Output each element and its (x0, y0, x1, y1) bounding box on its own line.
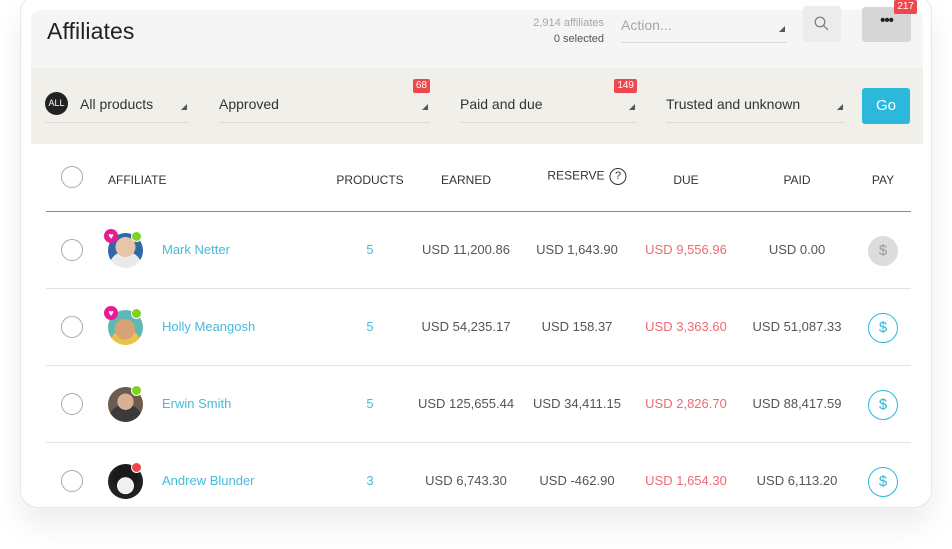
row-select-radio[interactable] (61, 470, 83, 492)
earned-value: USD 125,655.44 (417, 396, 515, 411)
total-affiliates: 2,914 affiliates (533, 17, 604, 29)
affiliate-name-link[interactable]: Erwin Smith (162, 396, 231, 411)
header-bar: Affiliates 2,914 affiliates 0 selected A… (31, 0, 923, 68)
payment-filter[interactable]: Paid and due 149 (460, 79, 637, 123)
caret-down-icon (629, 104, 635, 110)
affiliate-name-link[interactable]: Mark Netter (162, 242, 230, 257)
paid-value: USD 88,417.59 (752, 396, 842, 411)
filter-bar: ALL All products Approved 68 Paid and du… (31, 68, 923, 144)
select-all-radio[interactable] (61, 166, 83, 188)
table-body: ♥ Mark Netter 5 USD 11,200.86 USD 1,643.… (31, 212, 923, 507)
search-icon (814, 16, 829, 31)
column-due[interactable]: DUE (673, 173, 698, 187)
pay-button[interactable]: $ (868, 313, 898, 343)
ellipsis-icon: ••• (880, 12, 894, 29)
payment-filter-label: Paid and due (460, 96, 543, 112)
pay-button[interactable]: $ (868, 390, 898, 420)
row-select-radio[interactable] (61, 393, 83, 415)
dollar-icon: $ (878, 319, 888, 336)
approval-count-badge: 68 (412, 79, 430, 93)
search-button[interactable] (803, 6, 841, 42)
status-dot-icon (131, 308, 142, 319)
go-button[interactable]: Go (862, 88, 910, 124)
table-header: AFFILIATE PRODUCTS EARNED RESERVE? DUE P… (46, 144, 911, 212)
dollar-icon: $ (878, 242, 888, 259)
paid-value: USD 0.00 (768, 242, 826, 257)
table-row[interactable]: ♥ Holly Meangosh 5 USD 54,235.17 USD 158… (46, 289, 911, 366)
caret-down-icon (422, 104, 428, 110)
more-options-button[interactable]: ••• 217 (862, 0, 917, 42)
affiliates-table: AFFILIATE PRODUCTS EARNED RESERVE? DUE P… (31, 144, 923, 507)
reserve-value: USD 1,643.90 (536, 242, 618, 257)
status-dot-icon (131, 462, 142, 473)
trust-filter[interactable]: Trusted and unknown (666, 90, 845, 123)
products-filter-label: All products (80, 96, 154, 112)
action-select[interactable]: Action... (621, 15, 787, 43)
products-count-link[interactable]: 3 (366, 473, 373, 488)
due-value: USD 9,556.96 (645, 242, 727, 257)
row-select-radio[interactable] (61, 316, 83, 338)
paid-value: USD 6,113.20 (756, 473, 838, 488)
caret-down-icon (181, 104, 187, 110)
caret-down-icon (837, 104, 843, 110)
affiliate-counts: 2,914 affiliates 0 selected (533, 15, 604, 47)
column-pay: PAY (871, 173, 895, 187)
reserve-value: USD 158.37 (541, 319, 613, 334)
earned-value: USD 54,235.17 (421, 319, 511, 334)
payment-count-badge: 149 (614, 79, 637, 93)
favorite-heart-icon: ♥ (104, 229, 118, 243)
column-earned[interactable]: EARNED (441, 173, 491, 187)
page-title: Affiliates (47, 18, 135, 44)
approval-filter[interactable]: Approved 68 (219, 79, 430, 123)
column-paid[interactable]: PAID (783, 173, 810, 187)
status-dot-icon (131, 385, 142, 396)
caret-down-icon (779, 26, 785, 32)
pay-button[interactable]: $ (868, 467, 898, 497)
products-count-link[interactable]: 5 (366, 242, 373, 257)
affiliate-name-link[interactable]: Andrew Blunder (162, 473, 255, 488)
reserve-value: USD -462.90 (539, 473, 615, 488)
column-reserve[interactable]: RESERVE? (547, 168, 627, 185)
row-select-radio[interactable] (61, 239, 83, 261)
column-reserve-label: RESERVE (547, 168, 605, 183)
approval-filter-label: Approved (219, 96, 279, 112)
status-dot-icon (131, 231, 142, 242)
dollar-icon: $ (878, 473, 888, 490)
notification-badge: 217 (894, 0, 917, 14)
reserve-value: USD 34,411.15 (533, 396, 621, 411)
column-products[interactable]: PRODUCTS (336, 173, 403, 187)
products-count-link[interactable]: 5 (366, 396, 373, 411)
earned-value: USD 11,200.86 (422, 242, 510, 257)
dollar-icon: $ (878, 396, 888, 413)
affiliates-panel: Affiliates 2,914 affiliates 0 selected A… (31, 0, 923, 507)
all-products-icon: ALL (45, 92, 68, 115)
action-select-placeholder: Action... (621, 17, 672, 33)
due-value: USD 2,826.70 (645, 396, 727, 411)
selected-count: 0 selected (553, 33, 604, 45)
table-row[interactable]: Erwin Smith 5 USD 125,655.44 USD 34,411.… (46, 366, 911, 443)
favorite-heart-icon: ♥ (104, 306, 118, 320)
paid-value: USD 51,087.33 (752, 319, 842, 334)
earned-value: USD 6,743.30 (425, 473, 507, 488)
due-value: USD 1,654.30 (645, 473, 727, 488)
affiliates-card: Affiliates 2,914 affiliates 0 selected A… (20, 0, 932, 508)
pay-button[interactable]: $ (868, 236, 898, 266)
column-affiliate[interactable]: AFFILIATE (108, 173, 166, 187)
products-filter[interactable]: ALL All products (45, 90, 189, 123)
table-row[interactable]: ♥ Mark Netter 5 USD 11,200.86 USD 1,643.… (46, 212, 911, 289)
table-row[interactable]: Andrew Blunder 3 USD 6,743.30 USD -462.9… (46, 443, 911, 507)
help-icon[interactable]: ? (609, 168, 627, 185)
products-count-link[interactable]: 5 (366, 319, 373, 334)
trust-filter-label: Trusted and unknown (666, 96, 801, 112)
affiliate-name-link[interactable]: Holly Meangosh (162, 319, 255, 334)
due-value: USD 3,363.60 (645, 319, 727, 334)
